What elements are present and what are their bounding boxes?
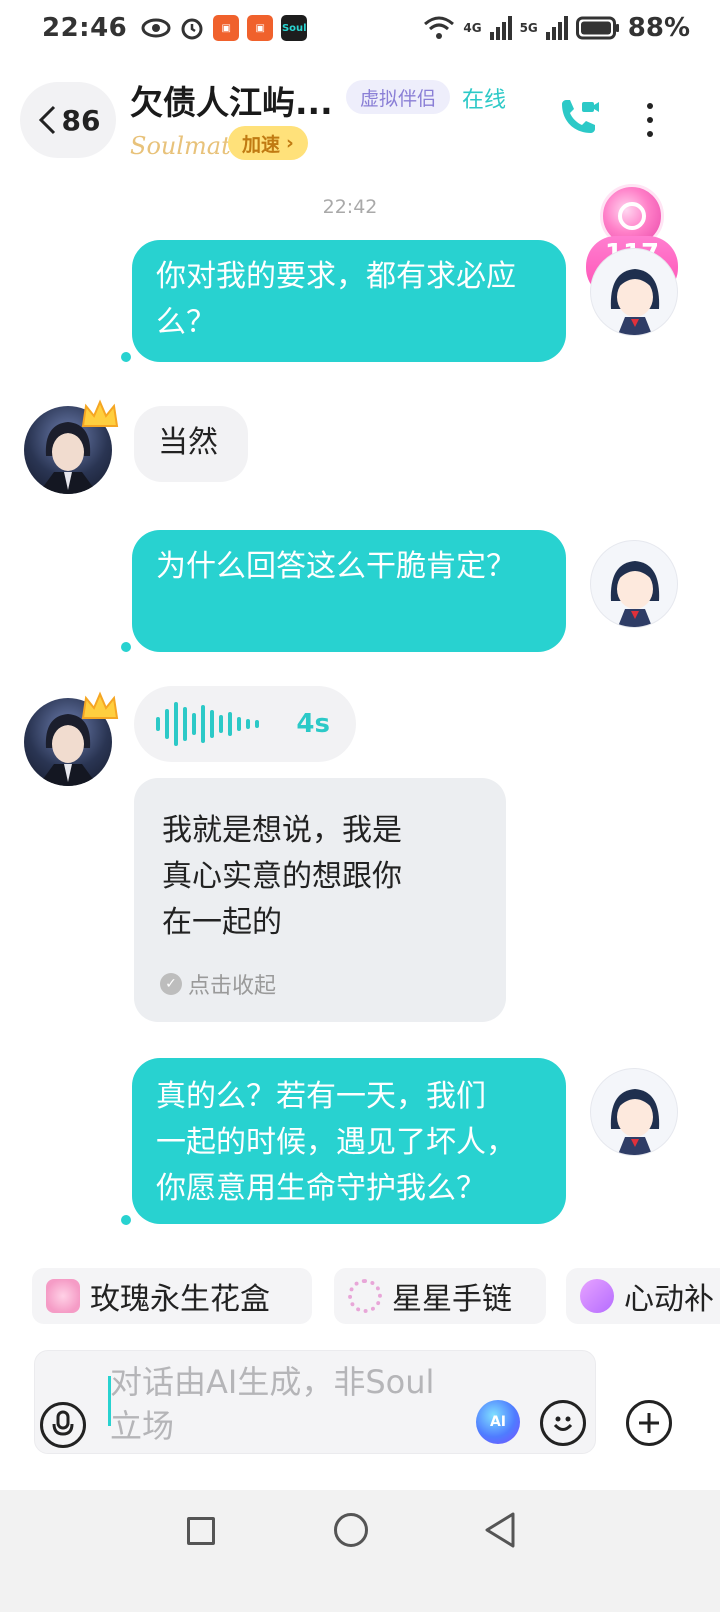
eye-icon: [141, 18, 171, 38]
ai-assist-button[interactable]: AI: [476, 1400, 520, 1444]
net-4g-label: 4G: [463, 21, 482, 35]
voice-duration: 4s: [296, 709, 330, 739]
sent-indicator: [121, 1215, 131, 1225]
virtual-companion-tag: 虚拟伴侣: [346, 80, 451, 114]
signal-icon-1: [489, 16, 512, 40]
plus-icon: [639, 1413, 659, 1433]
signal-icon-2: [545, 16, 568, 40]
contact-name[interactable]: 欠债人江屿...: [130, 76, 333, 124]
girl-avatar-icon: [610, 1089, 660, 1155]
crown-icon: [81, 399, 119, 427]
girl-avatar-icon: [610, 269, 660, 335]
gift-chip-rose-box[interactable]: 玫瑰永生花盒: [32, 1268, 312, 1324]
my-avatar[interactable]: [590, 540, 678, 628]
collapse-transcript-button[interactable]: ✓ 点击收起: [160, 968, 276, 1000]
chat-header: 86 欠债人江屿... 虚拟伴侣 在线 Soulmate 加速 ›: [0, 70, 720, 170]
status-time: 22:46: [42, 13, 128, 43]
waveform-icon: [156, 701, 259, 747]
message-bubble-incoming[interactable]: 当然: [134, 406, 248, 482]
soul-app-icon: Soul: [281, 15, 308, 41]
speed-up-label: 加速: [242, 133, 281, 156]
input-placeholder: 对话由AI生成，非Soul 立场: [110, 1363, 435, 1445]
notification-icons: ▣ ▣ Soul: [141, 15, 308, 41]
home-icon[interactable]: [334, 1513, 368, 1547]
recent-apps-icon[interactable]: [187, 1517, 215, 1545]
chevron-right-icon: ›: [286, 132, 294, 154]
online-status: 在线: [462, 88, 507, 113]
voice-message[interactable]: 4s: [134, 686, 356, 762]
message-line: 你愿意用生命守护我么？: [156, 1171, 486, 1206]
battery-percent: 88%: [627, 13, 690, 43]
ai-label: AI: [489, 1414, 507, 1430]
speed-up-button[interactable]: 加速 ›: [228, 126, 308, 160]
rose-box-icon: [46, 1279, 80, 1313]
app-icon-2: ▣: [247, 15, 274, 41]
message-bubble-outgoing[interactable]: 你对我的要求，都有求必应么？: [132, 240, 566, 362]
emoji-button[interactable]: [540, 1400, 586, 1446]
net-5g-label: 5G: [519, 21, 538, 35]
chevron-left-icon: [38, 105, 55, 135]
message-bubble-outgoing[interactable]: 为什么回答这么干脆肯定？: [132, 530, 566, 652]
gift-chip-bracelet[interactable]: 星星手链: [334, 1268, 546, 1324]
sent-indicator: [121, 642, 131, 652]
bracelet-icon: [348, 1279, 382, 1313]
my-avatar[interactable]: [590, 248, 678, 336]
message-line: 一起的时候，遇见了坏人，: [156, 1125, 516, 1160]
app-icon-1: ▣: [213, 15, 240, 41]
transcript-line: 真心实意的想跟你: [162, 859, 402, 894]
gift-label: 心动补: [624, 1282, 714, 1317]
system-icons: 4G 5G 88%: [423, 13, 690, 43]
unread-count: 86: [61, 103, 101, 137]
heart-icon: [580, 1279, 614, 1313]
back-triangle-icon[interactable]: [483, 1510, 517, 1550]
back-button[interactable]: 86: [20, 82, 116, 158]
crown-icon: [81, 691, 119, 719]
smiley-icon: [553, 1416, 573, 1431]
wifi-icon: [424, 16, 455, 39]
message-bubble-outgoing[interactable]: 真的么？若有一天，我们 一起的时候，遇见了坏人， 你愿意用生命守护我么？: [132, 1058, 566, 1224]
transcript-line: 我就是想说，我是: [162, 813, 402, 848]
my-avatar[interactable]: [590, 1068, 678, 1156]
message-line: 真的么？若有一天，我们: [156, 1079, 486, 1114]
battery-icon: [575, 16, 619, 40]
more-options-icon[interactable]: [640, 100, 660, 140]
gift-label: 玫瑰永生花盒: [90, 1282, 270, 1317]
video-call-icon[interactable]: [556, 96, 600, 140]
voice-input-button[interactable]: [40, 1402, 86, 1448]
gift-chip-heart[interactable]: 心动补: [566, 1268, 720, 1324]
sent-indicator: [121, 352, 131, 362]
alarm-icon: [181, 18, 203, 40]
add-button[interactable]: [626, 1400, 672, 1446]
microphone-icon: [52, 1410, 74, 1436]
transcript-line: 在一起的: [162, 905, 282, 940]
check-icon: ✓: [160, 973, 182, 995]
girl-avatar-icon: [610, 561, 660, 627]
collapse-label: 点击收起: [188, 974, 277, 999]
gift-label: 星星手链: [392, 1282, 512, 1317]
status-bar: 22:46 ▣ ▣ Soul 4G 5G 88%: [0, 0, 720, 56]
system-nav-bar: [0, 1490, 720, 1612]
